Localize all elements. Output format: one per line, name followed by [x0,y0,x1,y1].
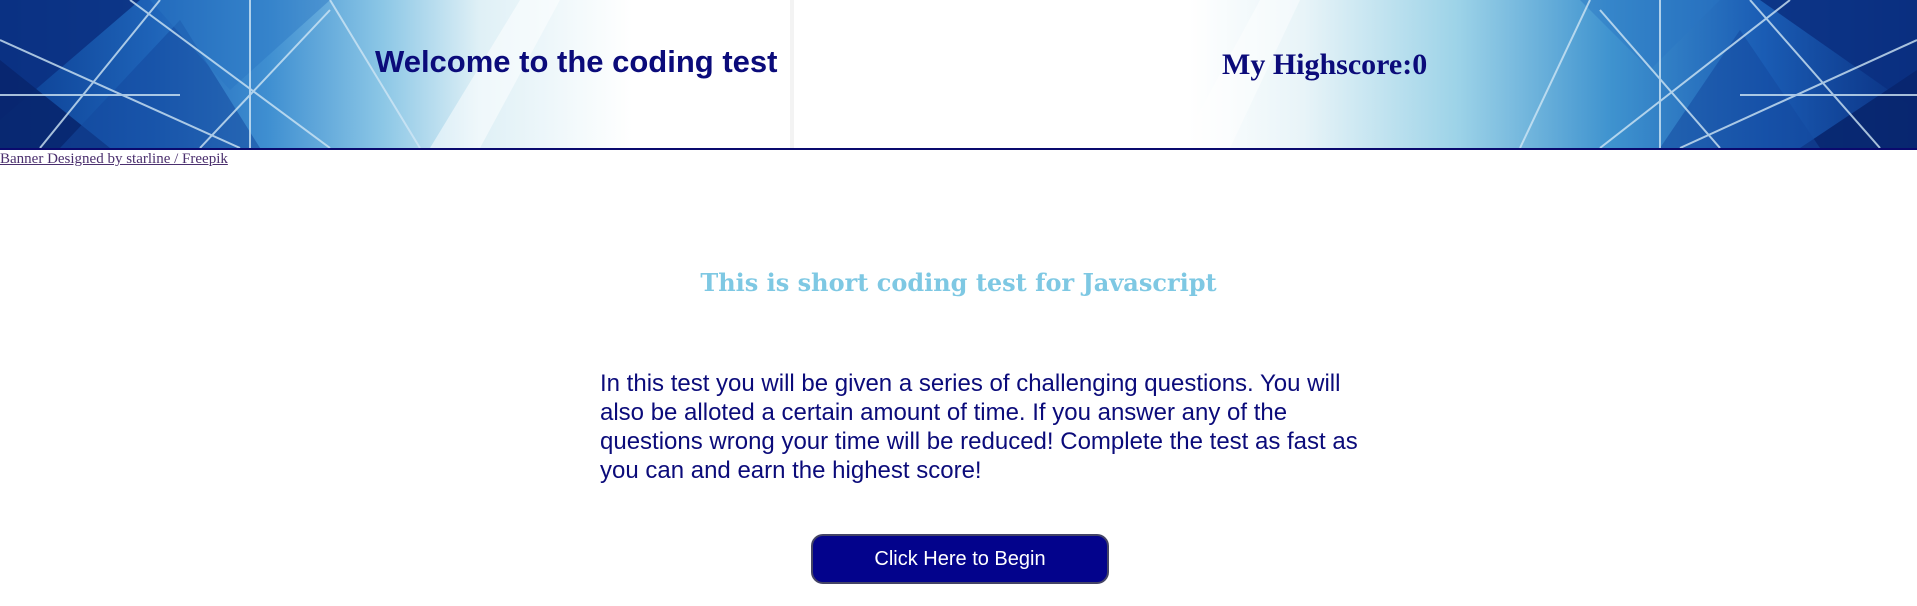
begin-button[interactable]: Click Here to Begin [811,534,1109,584]
highscore-display[interactable]: My Highscore:0 [1222,48,1427,82]
header-banner: Welcome to the coding test My Highscore:… [0,0,1917,150]
banner-credit-link[interactable]: Banner Designed by starline / Freepik [0,151,228,168]
intro-paragraph: In this test you will be given a series … [600,370,1358,484]
test-subtitle: This is short coding test for Javascript [700,268,1217,297]
page-title: Welcome to the coding test [375,44,778,79]
banner-decoration [0,0,1917,148]
